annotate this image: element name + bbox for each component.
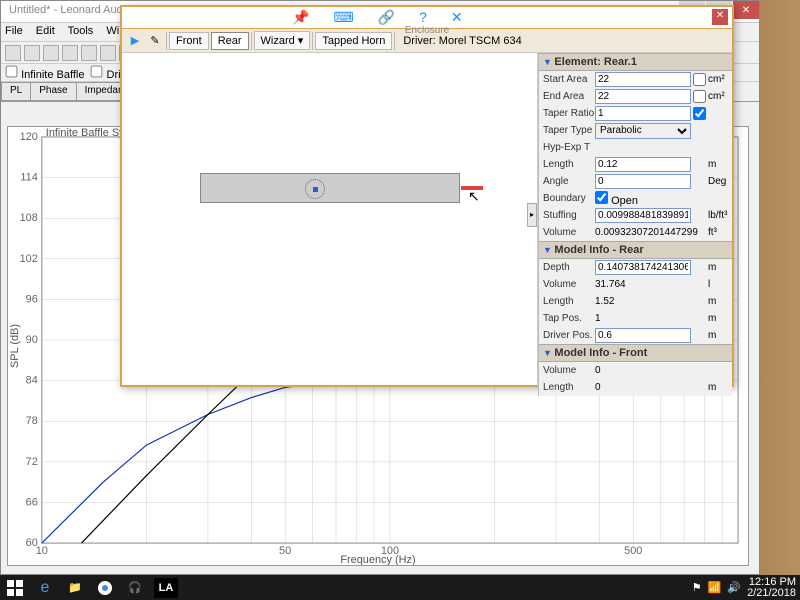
- wizard-button[interactable]: Wizard ▾: [254, 31, 311, 50]
- svg-text:96: 96: [26, 293, 38, 305]
- system-tray: ⚑ 📶 🔊 12:16 PM2/21/2018: [692, 577, 796, 599]
- svg-text:50: 50: [279, 545, 291, 557]
- keyboard-icon[interactable]: ⌨: [333, 9, 353, 26]
- menu-tools[interactable]: Tools: [68, 25, 94, 37]
- svg-text:66: 66: [26, 496, 38, 508]
- element-header[interactable]: Element: Rear.1: [539, 53, 732, 71]
- taskbar: e 📁 🎧 LA ⚑ 📶 🔊 12:16 PM2/21/2018: [0, 575, 800, 600]
- driver-pos-input[interactable]: [595, 328, 691, 343]
- enclosure-element[interactable]: [200, 173, 460, 203]
- length-input[interactable]: [595, 157, 691, 172]
- clock[interactable]: 12:16 PM2/21/2018: [747, 577, 796, 599]
- taper-ratio-lock[interactable]: [693, 107, 706, 120]
- end-area-input[interactable]: [595, 89, 691, 104]
- stuffing-input[interactable]: [595, 208, 691, 223]
- tray-network-icon[interactable]: 📶: [708, 581, 722, 594]
- svg-text:72: 72: [26, 456, 38, 468]
- enclosure-window: 📌 ⌨ 🔗 ? ✕ Enclosure ✕ ▶ ✎ Front Rear Wiz…: [120, 5, 734, 387]
- ie-icon[interactable]: e: [34, 578, 56, 598]
- svg-text:SPL (dB): SPL (dB): [9, 324, 21, 368]
- boundary-label: Boundary: [543, 193, 595, 204]
- taper-ratio-input[interactable]: [595, 106, 691, 121]
- svg-text:114: 114: [20, 172, 37, 184]
- start-area-label: Start Area: [543, 74, 595, 85]
- taper-ratio-label: Taper Ratio: [543, 108, 595, 119]
- driver-marker[interactable]: [305, 179, 325, 199]
- infinite-baffle-checkbox[interactable]: Infinite Baffle: [5, 65, 84, 81]
- taper-type-label: Taper Type: [543, 125, 595, 136]
- svg-text:108: 108: [20, 212, 38, 224]
- tapped-horn-button[interactable]: Tapped Horn: [315, 32, 392, 50]
- explorer-icon[interactable]: 📁: [64, 578, 86, 598]
- toolbar-icon[interactable]: [5, 45, 21, 61]
- toolbar-icon[interactable]: [81, 45, 97, 61]
- taper-type-select[interactable]: Parabolic: [595, 123, 691, 139]
- panel-collapse-button[interactable]: ▸: [527, 203, 537, 227]
- toolbar-icon[interactable]: [62, 45, 78, 61]
- close-button[interactable]: ✕: [733, 1, 759, 19]
- tray-volume-icon[interactable]: 🔊: [727, 581, 741, 594]
- angle-label: Angle: [543, 176, 595, 187]
- properties-panel: Element: Rear.1 Start Areacm² End Areacm…: [538, 53, 732, 396]
- pin-icon[interactable]: 📌: [292, 9, 309, 26]
- volume-value: 0.00932307201447299: [595, 227, 706, 238]
- la-app-icon[interactable]: LA: [154, 578, 178, 598]
- length-label: Length: [543, 159, 595, 170]
- hypexp-label: Hyp-Exp T: [543, 142, 595, 153]
- end-area-label: End Area: [543, 91, 595, 102]
- boundary-checkbox[interactable]: [595, 191, 608, 204]
- close-x-icon[interactable]: ✕: [451, 9, 463, 26]
- cursor-icon: ↖: [468, 188, 480, 205]
- start-area-input[interactable]: [595, 72, 691, 87]
- volume-label: Volume: [543, 227, 595, 238]
- svg-text:102: 102: [20, 253, 38, 265]
- link-icon[interactable]: 🔗: [378, 9, 395, 26]
- chrome-icon[interactable]: [94, 578, 116, 598]
- menu-file[interactable]: File: [5, 25, 23, 37]
- menu-edit[interactable]: Edit: [36, 25, 55, 37]
- enclosure-titlebar[interactable]: 📌 ⌨ 🔗 ? ✕ Enclosure ✕: [122, 7, 732, 29]
- svg-text:Frequency (Hz): Frequency (Hz): [340, 554, 415, 565]
- enclosure-title: Enclosure: [405, 25, 449, 36]
- help-icon[interactable]: ?: [419, 9, 427, 26]
- svg-text:90: 90: [26, 334, 38, 346]
- start-button[interactable]: [4, 578, 26, 598]
- tray-flag-icon[interactable]: ⚑: [692, 581, 702, 594]
- title-icons: 📌 ⌨ 🔗 ? ✕: [292, 9, 463, 26]
- depth-input[interactable]: [595, 260, 691, 275]
- wand-icon[interactable]: ✎: [146, 32, 164, 50]
- start-area-lock[interactable]: [693, 73, 706, 86]
- tab-spl[interactable]: PL: [1, 82, 31, 101]
- toolbar-icon[interactable]: [100, 45, 116, 61]
- stuffing-label: Stuffing: [543, 210, 595, 221]
- model-front-header[interactable]: Model Info - Front: [539, 344, 732, 362]
- svg-text:10: 10: [36, 545, 48, 557]
- svg-text:78: 78: [26, 415, 38, 427]
- svg-text:120: 120: [20, 131, 38, 143]
- toolbar-icon[interactable]: [24, 45, 40, 61]
- enclosure-canvas[interactable]: ↖: [122, 53, 538, 385]
- model-rear-header[interactable]: Model Info - Rear: [539, 241, 732, 259]
- angle-input[interactable]: [595, 174, 691, 189]
- end-area-lock[interactable]: [693, 90, 706, 103]
- front-button[interactable]: Front: [169, 32, 209, 50]
- tab-phase[interactable]: Phase: [30, 82, 76, 101]
- enclosure-close-button[interactable]: ✕: [712, 9, 728, 25]
- svg-text:84: 84: [26, 375, 38, 387]
- svg-text:500: 500: [624, 545, 642, 557]
- headphones-icon[interactable]: 🎧: [124, 578, 146, 598]
- rear-button[interactable]: Rear: [211, 32, 249, 50]
- toolbar-icon[interactable]: [43, 45, 59, 61]
- play-icon[interactable]: ▶: [126, 32, 144, 50]
